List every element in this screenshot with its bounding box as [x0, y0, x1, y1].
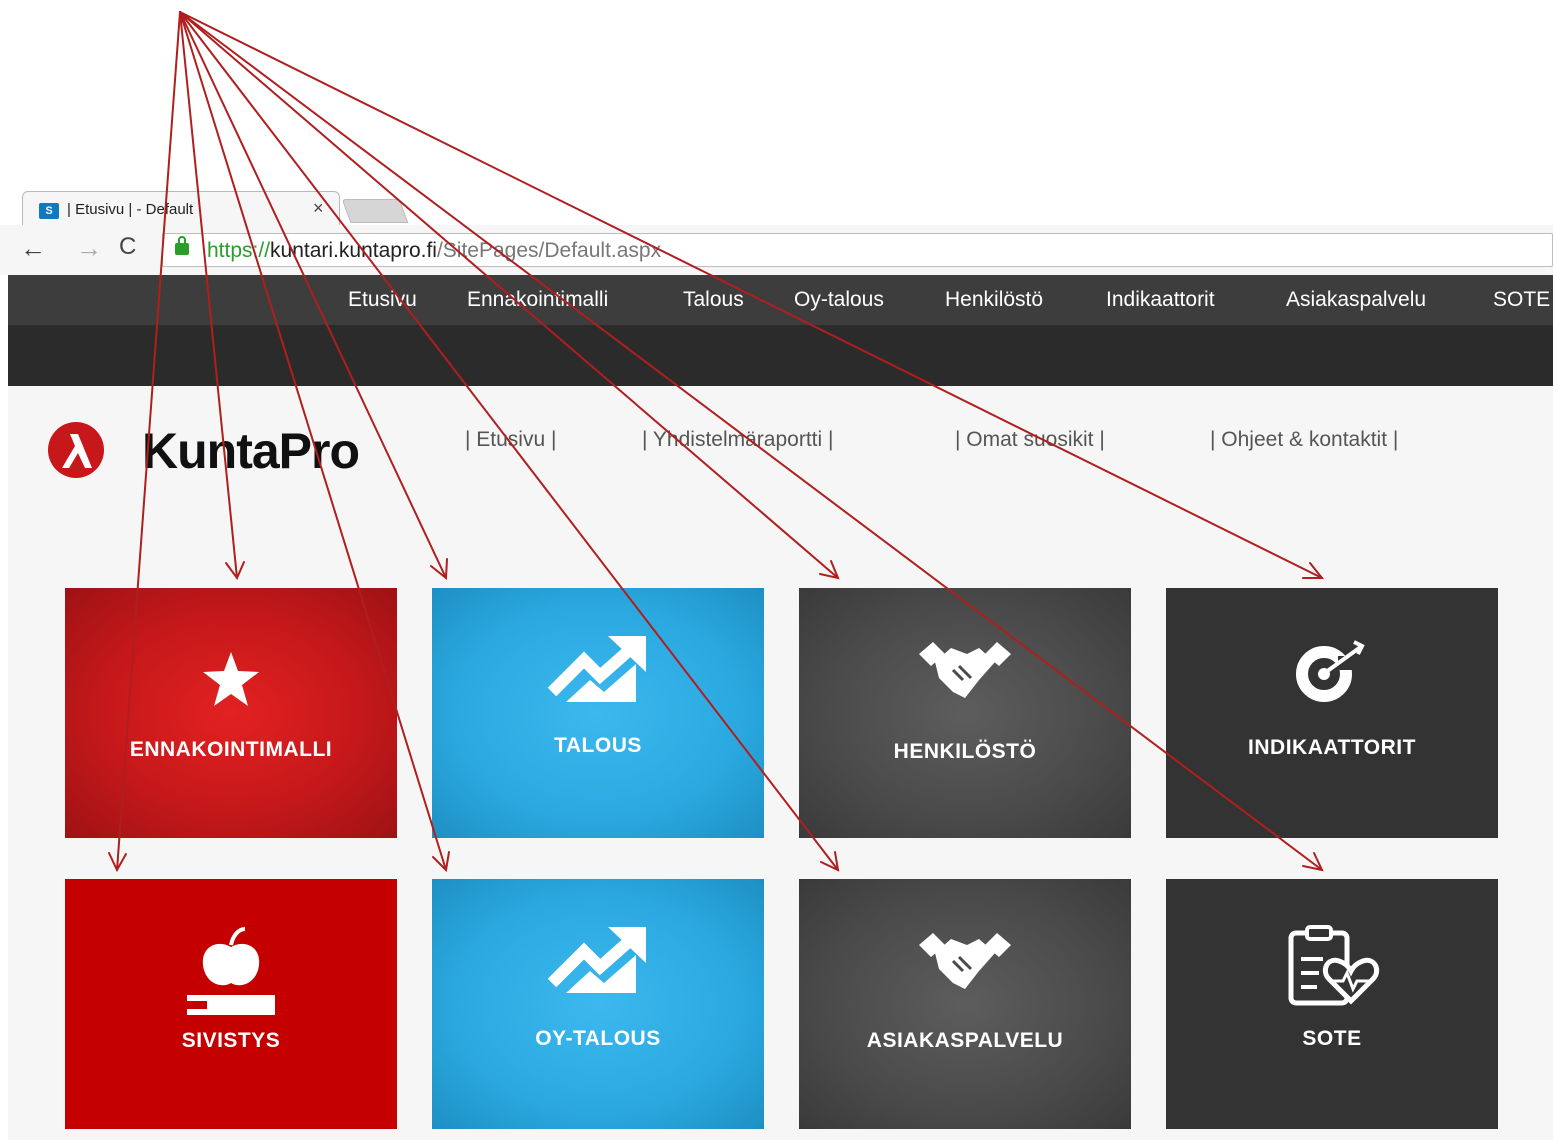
- url-text: https://kuntari.kuntapro.fi/SitePages/De…: [207, 239, 661, 263]
- nav-item-indikaattorit[interactable]: Indikaattorit: [1106, 288, 1215, 312]
- back-arrow-icon[interactable]: ←: [20, 233, 46, 264]
- browser-tab[interactable]: S | Etusivu | - Default ×: [22, 191, 340, 225]
- tile-oy-talous[interactable]: OY-TALOUS: [432, 879, 764, 1129]
- link-ohjeet-kontaktit[interactable]: | Ohjeet & kontaktit |: [1210, 428, 1398, 452]
- browser-tab-bar: S | Etusivu | - Default ×: [0, 185, 1553, 226]
- url-scheme: https://: [207, 239, 271, 262]
- handshake-icon: [799, 931, 1131, 1002]
- handshake-icon: [799, 640, 1131, 711]
- reload-icon[interactable]: C: [119, 233, 136, 261]
- tile-label: ASIAKASPALVELU: [866, 1029, 1064, 1052]
- url-path: /SitePages/Default.aspx: [436, 239, 662, 262]
- nav-item-oy-talous[interactable]: Oy-talous: [794, 288, 884, 312]
- apple-book-icon: [65, 925, 397, 1024]
- tile-label: INDIKAATTORIT: [1248, 736, 1416, 759]
- tab-close-icon[interactable]: ×: [313, 198, 324, 219]
- target-icon: [1166, 638, 1498, 707]
- lock-icon: [175, 236, 189, 255]
- browser-toolbar: ← → C https://kuntari.kuntapro.fi/SitePa…: [0, 225, 1553, 275]
- nav-item-talous[interactable]: Talous: [683, 288, 744, 312]
- tile-label: TALOUS: [554, 734, 642, 757]
- top-navigation: Etusivu Ennakointimalli Talous Oy-talous…: [8, 275, 1553, 325]
- link-yhdistelmaraportti[interactable]: | Yhdistelmäraportti |: [642, 428, 833, 452]
- nav-item-ennakointimalli[interactable]: Ennakointimalli: [467, 288, 608, 312]
- url-host: kuntari.kuntapro.fi: [270, 239, 437, 262]
- kuntapro-logo-icon: [48, 422, 104, 478]
- link-etusivu[interactable]: | Etusivu |: [465, 428, 556, 452]
- tile-asiakaspalvelu[interactable]: ASIAKASPALVELU: [799, 879, 1131, 1129]
- trend-up-icon: [432, 923, 764, 1002]
- tile-label: ENNAKOINTIMALLI: [129, 738, 333, 761]
- tile-label: SIVISTYS: [181, 1029, 281, 1052]
- trend-up-icon: [432, 632, 764, 711]
- nav-item-henkilosto[interactable]: Henkilöstö: [945, 288, 1043, 312]
- nav-item-etusivu[interactable]: Etusivu: [348, 288, 417, 312]
- forward-arrow-icon[interactable]: →: [76, 233, 102, 264]
- tile-sote[interactable]: SOTE: [1166, 879, 1498, 1129]
- kuntapro-logo[interactable]: KuntaPro: [48, 420, 428, 482]
- new-tab-button[interactable]: [341, 199, 409, 223]
- tile-ennakointimalli[interactable]: ENNAKOINTIMALLI: [65, 588, 397, 838]
- sharepoint-favicon-icon: S: [39, 203, 59, 219]
- tile-talous[interactable]: TALOUS: [432, 588, 764, 838]
- nav-item-sote[interactable]: SOTE: [1493, 288, 1550, 312]
- address-bar[interactable]: https://kuntari.kuntapro.fi/SitePages/De…: [162, 233, 1553, 267]
- tile-label: HENKILÖSTÖ: [893, 740, 1037, 763]
- star-icon: [65, 650, 397, 713]
- tile-henkilosto[interactable]: HENKILÖSTÖ: [799, 588, 1131, 838]
- clipboard-heart-icon: [1166, 923, 1498, 1012]
- tile-indikaattorit[interactable]: INDIKAATTORIT: [1166, 588, 1498, 838]
- tile-label: OY-TALOUS: [535, 1027, 661, 1050]
- secondary-bar: [8, 325, 1553, 386]
- tile-sivistys[interactable]: SIVISTYS: [65, 879, 397, 1129]
- link-omat-suosikit[interactable]: | Omat suosikit |: [955, 428, 1105, 452]
- nav-item-asiakaspalvelu[interactable]: Asiakaspalvelu: [1286, 288, 1426, 312]
- tile-label: SOTE: [1302, 1027, 1362, 1050]
- logo-text: KuntaPro: [142, 423, 360, 479]
- tab-title: | Etusivu | - Default: [67, 201, 194, 218]
